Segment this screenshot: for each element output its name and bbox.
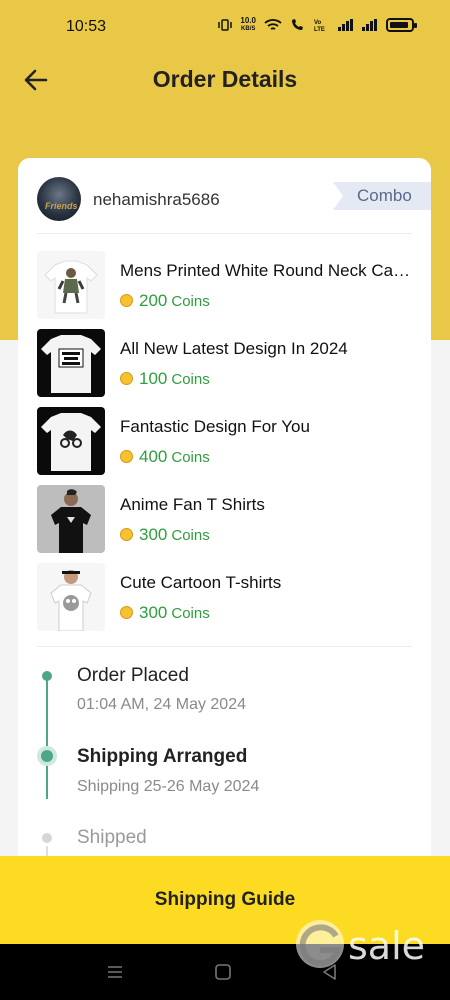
list-item[interactable]: Cute Cartoon T-shirts 300 Coins	[37, 563, 417, 631]
menu-nav-icon[interactable]	[105, 962, 125, 982]
product-image	[37, 407, 105, 475]
product-image	[37, 329, 105, 397]
order-card: Friends nehamishra5686 Combo Mens Printe…	[18, 158, 431, 918]
product-image	[37, 563, 105, 631]
step-subtitle: 01:04 AM, 24 May 2024	[77, 696, 246, 713]
list-item[interactable]: Anime Fan T Shirts 300 Coins	[37, 485, 417, 553]
vibrate-icon	[218, 19, 233, 31]
network-speed: 10.0 KB/S	[240, 16, 256, 33]
coin-icon	[120, 606, 133, 619]
list-item[interactable]: Mens Printed White Round Neck Casual T-s…	[37, 251, 417, 319]
product-image	[37, 251, 105, 319]
system-nav-bar	[0, 944, 450, 1000]
avatar-text: Friends	[45, 201, 78, 211]
volte-icon: VoLTE	[314, 20, 325, 32]
wifi-icon	[264, 19, 282, 30]
item-price: 300 Coins	[120, 603, 210, 623]
item-name: Anime Fan T Shirts	[120, 495, 265, 514]
step-title: Order Placed	[77, 665, 189, 686]
step-title: Shipping Arranged	[77, 746, 248, 767]
shipping-guide-button[interactable]: Shipping Guide	[0, 856, 450, 944]
page-title: Order Details	[152, 66, 298, 92]
coin-icon	[120, 372, 133, 385]
item-price: 300 Coins	[120, 525, 210, 545]
coin-icon	[120, 294, 133, 307]
divider	[37, 233, 412, 234]
item-name: Fantastic Design For You	[120, 417, 310, 436]
avatar[interactable]: Friends	[37, 177, 81, 221]
item-price: 400 Coins	[120, 447, 210, 467]
timeline-dot-done	[42, 671, 52, 681]
signal-icon	[338, 19, 354, 31]
timeline-dot-current-inner	[41, 750, 53, 762]
seller-name[interactable]: nehamishra5686	[93, 190, 220, 210]
item-price: 100 Coins	[120, 369, 210, 389]
step-subtitle: Shipping 25-26 May 2024	[77, 778, 260, 795]
timeline-connector	[46, 676, 48, 799]
step-title: Shipped	[77, 827, 147, 848]
timeline-dot-pending	[42, 833, 52, 843]
signal-icon-2	[362, 19, 378, 31]
combo-tag: Combo	[333, 182, 431, 210]
coin-icon	[120, 528, 133, 541]
product-image	[37, 485, 105, 553]
svg-text:Vo: Vo	[314, 20, 322, 26]
item-name: Cute Cartoon T-shirts	[120, 573, 282, 592]
status-time: 10:53	[66, 18, 107, 35]
divider	[37, 646, 412, 647]
list-item[interactable]: Fantastic Design For You 400 Coins	[37, 407, 417, 475]
list-item[interactable]: All New Latest Design In 2024 100 Coins	[37, 329, 417, 397]
call-icon	[292, 19, 303, 30]
seller-row[interactable]: Friends nehamishra5686 Combo	[18, 158, 431, 234]
coin-icon	[120, 450, 133, 463]
status-bar: 10:53 10.0 KB/S Vo LTE	[0, 0, 450, 56]
battery-icon	[386, 18, 417, 32]
svg-text:LTE: LTE	[314, 27, 325, 32]
item-name: All New Latest Design In 2024	[120, 339, 348, 358]
status-icons: 10.0 KB/S Vo LTE	[218, 16, 417, 33]
item-name: Mens Printed White Round Neck Casual T-s…	[120, 261, 415, 280]
item-price: 200 Coins	[120, 291, 210, 311]
back-nav-icon[interactable]	[320, 962, 340, 982]
home-nav-icon[interactable]	[213, 962, 233, 982]
